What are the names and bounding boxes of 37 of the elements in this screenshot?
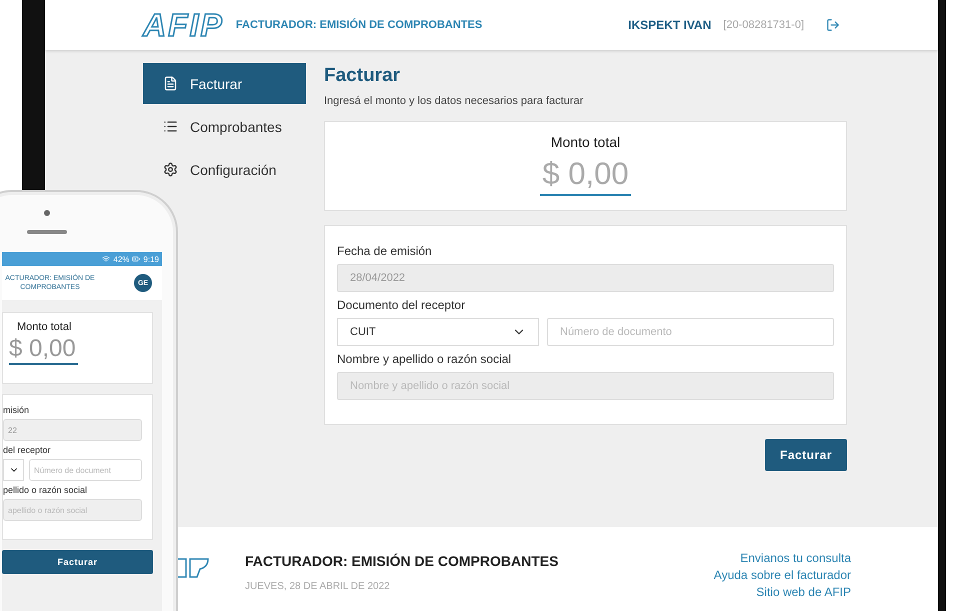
sidebar-item[interactable]: Comprobantes <box>143 106 306 147</box>
document-number-field[interactable]: Número de document <box>29 459 142 481</box>
footer-link[interactable]: Envianos tu consulta <box>740 551 851 565</box>
footer-title: FACTURADOR: EMISIÓN DE COMPROBANTES <box>245 553 560 569</box>
page-title: Facturar <box>324 65 402 87</box>
field-label: del receptor <box>3 445 52 455</box>
wifi-icon <box>102 255 110 263</box>
camera-icon <box>44 210 50 216</box>
app-title: FACTURADOR: EMISIÓN DE COMPROBANTES <box>236 19 484 31</box>
list-icon <box>163 119 178 134</box>
field-label: pellido o razón social <box>3 485 88 495</box>
sidebar-item[interactable]: Facturar <box>143 63 306 104</box>
clock: 9:19 <box>143 254 159 264</box>
field-label: Fecha de emisión <box>337 244 433 258</box>
logo: AFIP <box>143 6 224 44</box>
speaker-icon <box>27 230 67 234</box>
amount-label: Monto total <box>550 134 620 150</box>
field-label: misión <box>3 405 30 415</box>
document-type-select[interactable]: CUIT <box>337 318 539 346</box>
footer-date: JUEVES, 28 DE ABRIL DE 2022 <box>245 581 391 592</box>
document-number-field[interactable]: Número de documento <box>547 318 834 346</box>
user-cuit: [20-08281731-0] <box>723 19 804 31</box>
file-icon <box>163 76 178 91</box>
settings-icon <box>163 162 178 177</box>
invoice-button[interactable]: Facturar <box>2 550 153 574</box>
logout-icon[interactable] <box>826 18 840 32</box>
invoice-button[interactable]: Facturar <box>765 439 847 471</box>
sidebar-item[interactable]: Configuración <box>143 149 306 190</box>
page-subtitle: Ingresá el monto y los datos necesarios para facturar <box>324 95 584 107</box>
amount-label: Monto total <box>17 321 72 333</box>
battery-icon <box>132 255 140 263</box>
footer-link[interactable]: Ayuda sobre el facturador <box>714 568 851 582</box>
footer-link[interactable]: Sitio web de AFIP <box>756 585 851 599</box>
battery-level: 42% <box>113 254 130 264</box>
user-name: IKSPEKT IVAN <box>628 18 712 32</box>
field-label: Documento del receptor <box>337 298 466 312</box>
field-label: Nombre y apellido o razón social <box>337 352 512 366</box>
